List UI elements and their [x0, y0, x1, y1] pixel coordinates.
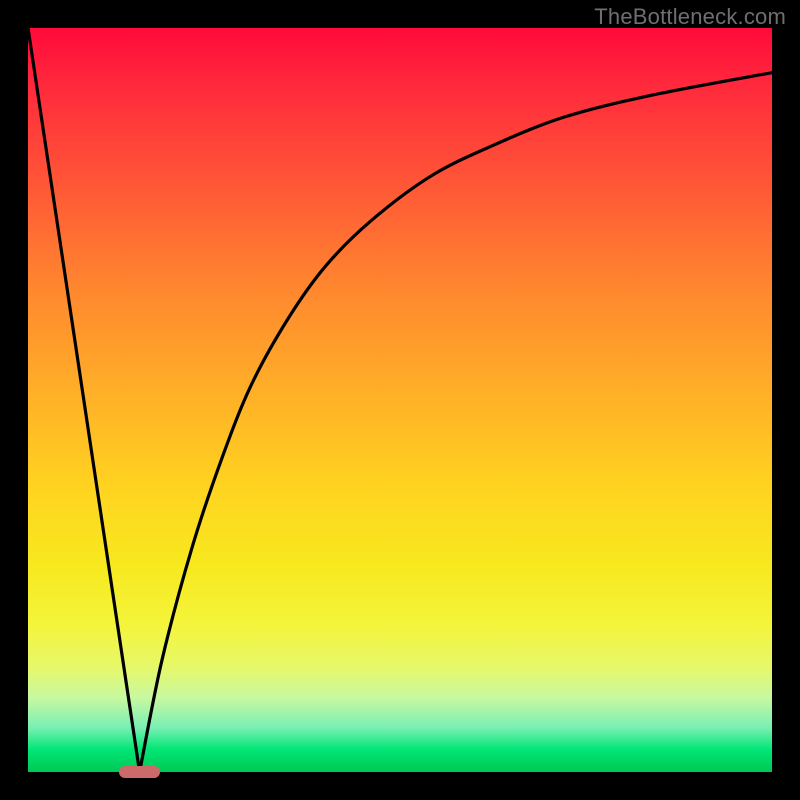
right-curve-path — [140, 73, 772, 772]
left-line-path — [28, 28, 140, 772]
chart-frame: TheBottleneck.com — [0, 0, 800, 800]
minimum-marker — [119, 766, 160, 778]
curve-layer — [28, 28, 772, 772]
watermark-text: TheBottleneck.com — [594, 4, 786, 30]
plot-area — [28, 28, 772, 772]
